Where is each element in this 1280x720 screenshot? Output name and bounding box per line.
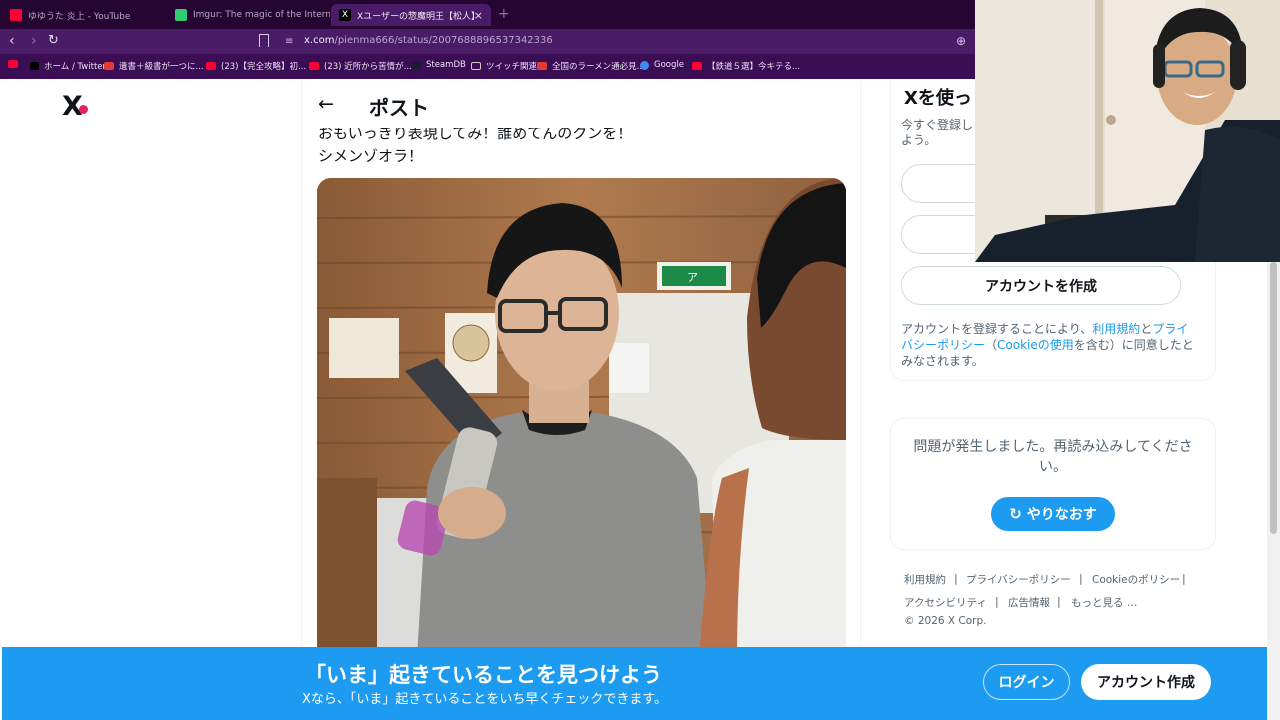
login-label: ログイン	[998, 675, 1055, 691]
page-title: ポスト	[369, 96, 429, 120]
bookmark-item[interactable]: ホーム / Twitter	[30, 60, 106, 72]
webcam-overlay	[975, 0, 1280, 262]
bookmark-label: Google	[654, 60, 684, 70]
bookmark-item[interactable]: Google	[640, 60, 684, 70]
site-settings-icon[interactable]: ≡	[285, 36, 293, 47]
footer-link-privacy[interactable]: プライバシーポリシー	[966, 572, 1071, 587]
bookmark-label: 遺書＋級書が一つに...	[119, 62, 204, 72]
bookmark-item[interactable]: (23) 近所から苦情が...	[309, 60, 412, 72]
youtube-icon	[309, 62, 319, 70]
bookmark-item[interactable]: 遺書＋級書が一つに...	[104, 60, 204, 72]
webcam-image	[975, 0, 1280, 262]
footer-separator: |	[995, 595, 999, 608]
forward-nav-icon[interactable]: ›	[31, 33, 37, 49]
url-path: /pienma666/status/2007688896537342336	[334, 35, 553, 46]
tab-close-icon[interactable]: ×	[474, 9, 483, 22]
zoom-icon[interactable]: ⊕	[956, 34, 966, 48]
signup-title: Xを使っ	[904, 88, 972, 109]
cookie-link[interactable]: Cookieの使用	[997, 338, 1074, 352]
tab-youtube[interactable]: ゆゆうた 炎上 - YouTube	[2, 4, 167, 26]
bookmark-item[interactable]: (23)【完全攻略】初...	[206, 60, 306, 72]
legal-text: と	[1140, 322, 1153, 336]
bookmark-favicon-icon	[104, 62, 114, 70]
retry-button[interactable]: ↻ やりなおす	[991, 497, 1115, 531]
steamdb-icon	[411, 61, 421, 69]
footer-separator: |	[1057, 595, 1061, 608]
footer-link-terms[interactable]: 利用規約	[904, 572, 946, 587]
legal-text: （	[985, 338, 998, 352]
footer-link-accessibility[interactable]: アクセシビリティ	[904, 595, 987, 610]
bookmark-item[interactable]: ツイッチ関連	[471, 60, 537, 72]
bookmark-label: (23)【完全攻略】初...	[221, 62, 307, 72]
tab-x-post[interactable]: X Xユーザーの惣魔明王【松人】さん:「な ×	[331, 4, 491, 26]
bookmark-label: (23) 近所から苦情が...	[324, 62, 412, 72]
footer-separator: |	[1079, 572, 1083, 585]
tab-imgur[interactable]: Imgur: The magic of the Internet	[167, 4, 330, 26]
bookmark-item[interactable]	[8, 60, 23, 68]
footer-separator: |	[954, 572, 958, 585]
bookmark-item[interactable]: 全国のラーメン通必見...	[537, 60, 645, 72]
footer-separator: |	[1182, 572, 1186, 585]
bookmark-label: 全国のラーメン通必見...	[552, 62, 645, 72]
banner-headline: 「いま」起きていることを見つけよう	[305, 663, 662, 687]
create-account-label: アカウントを作成	[985, 278, 1097, 295]
bookmark-icon[interactable]	[259, 34, 269, 47]
footer-link-more[interactable]: もっと見る …	[1071, 595, 1137, 610]
retry-label: やりなおす	[1026, 507, 1097, 523]
back-arrow-icon[interactable]: ←	[318, 93, 334, 115]
signup-button[interactable]: アカウント作成	[1081, 664, 1211, 700]
x-logo[interactable]: X	[62, 93, 88, 121]
bookmark-favicon-icon	[537, 62, 547, 70]
bookmark-label: ホーム / Twitter	[44, 62, 107, 72]
tweet-photo-image: ア	[317, 178, 846, 658]
x-favicon-icon: X	[339, 9, 351, 21]
tab-title: ゆゆうた 炎上 - YouTube	[28, 11, 131, 22]
x-icon	[30, 62, 39, 70]
new-tab-icon[interactable]: +	[498, 6, 510, 22]
refresh-icon: ↻	[1009, 505, 1022, 523]
bookmark-label: ツイッチ関連	[486, 62, 538, 72]
error-message: 問題が発生しました。再読み込みしてください。	[913, 439, 1193, 475]
notification-dot-icon	[79, 105, 88, 114]
bookmark-item[interactable]: SteamDB	[411, 60, 466, 70]
url-field[interactable]: x.com/pienma666/status/20076888965373423…	[304, 35, 553, 46]
youtube-icon	[206, 62, 216, 70]
youtube-icon	[8, 60, 18, 68]
legal-notice: アカウントを登録することにより、利用規約とプライバシーポリシー（Cookieの使…	[901, 321, 1197, 369]
back-nav-icon[interactable]: ‹	[9, 33, 15, 49]
tab-title: Xユーザーの惣魔明王【松人】さん:「な	[357, 11, 474, 22]
copyright: © 2026 X Corp.	[904, 615, 987, 627]
youtube-favicon-icon	[10, 9, 22, 21]
reload-icon[interactable]: ↻	[48, 33, 59, 49]
url-host: x.com	[304, 35, 335, 46]
tab-title: Imgur: The magic of the Internet	[193, 10, 330, 20]
tweet-photo[interactable]: ア	[317, 178, 846, 658]
signup-subtitle: 今すぐ登録し よう。	[901, 118, 974, 147]
signup-label: アカウント作成	[1097, 675, 1195, 691]
photo-sign-glyph: ア	[687, 271, 698, 284]
footer-link-cookie[interactable]: Cookieのポリシー	[1092, 572, 1180, 587]
footer-link-ads[interactable]: 広告情報	[1008, 595, 1050, 610]
bookmark-item[interactable]: 【鉄道５選】今キテる...	[692, 60, 800, 72]
tweet-text-line: シメンゾオラ！	[318, 147, 424, 165]
imgur-favicon-icon	[175, 9, 187, 21]
legal-text: アカウントを登録することにより、	[901, 322, 1093, 336]
google-icon	[640, 60, 649, 70]
scrollbar-thumb[interactable]	[1270, 262, 1277, 534]
login-button[interactable]: ログイン	[983, 664, 1070, 700]
banner-subline: Xなら、「いま」起きていることをいち早くチェックできます。	[302, 692, 668, 707]
youtube-icon	[692, 62, 702, 70]
folder-icon	[471, 62, 481, 70]
bookmark-label: SteamDB	[426, 60, 466, 70]
terms-link[interactable]: 利用規約	[1092, 322, 1140, 336]
bookmark-label: 【鉄道５選】今キテる...	[707, 62, 801, 72]
create-account-button[interactable]: アカウントを作成	[901, 266, 1181, 305]
